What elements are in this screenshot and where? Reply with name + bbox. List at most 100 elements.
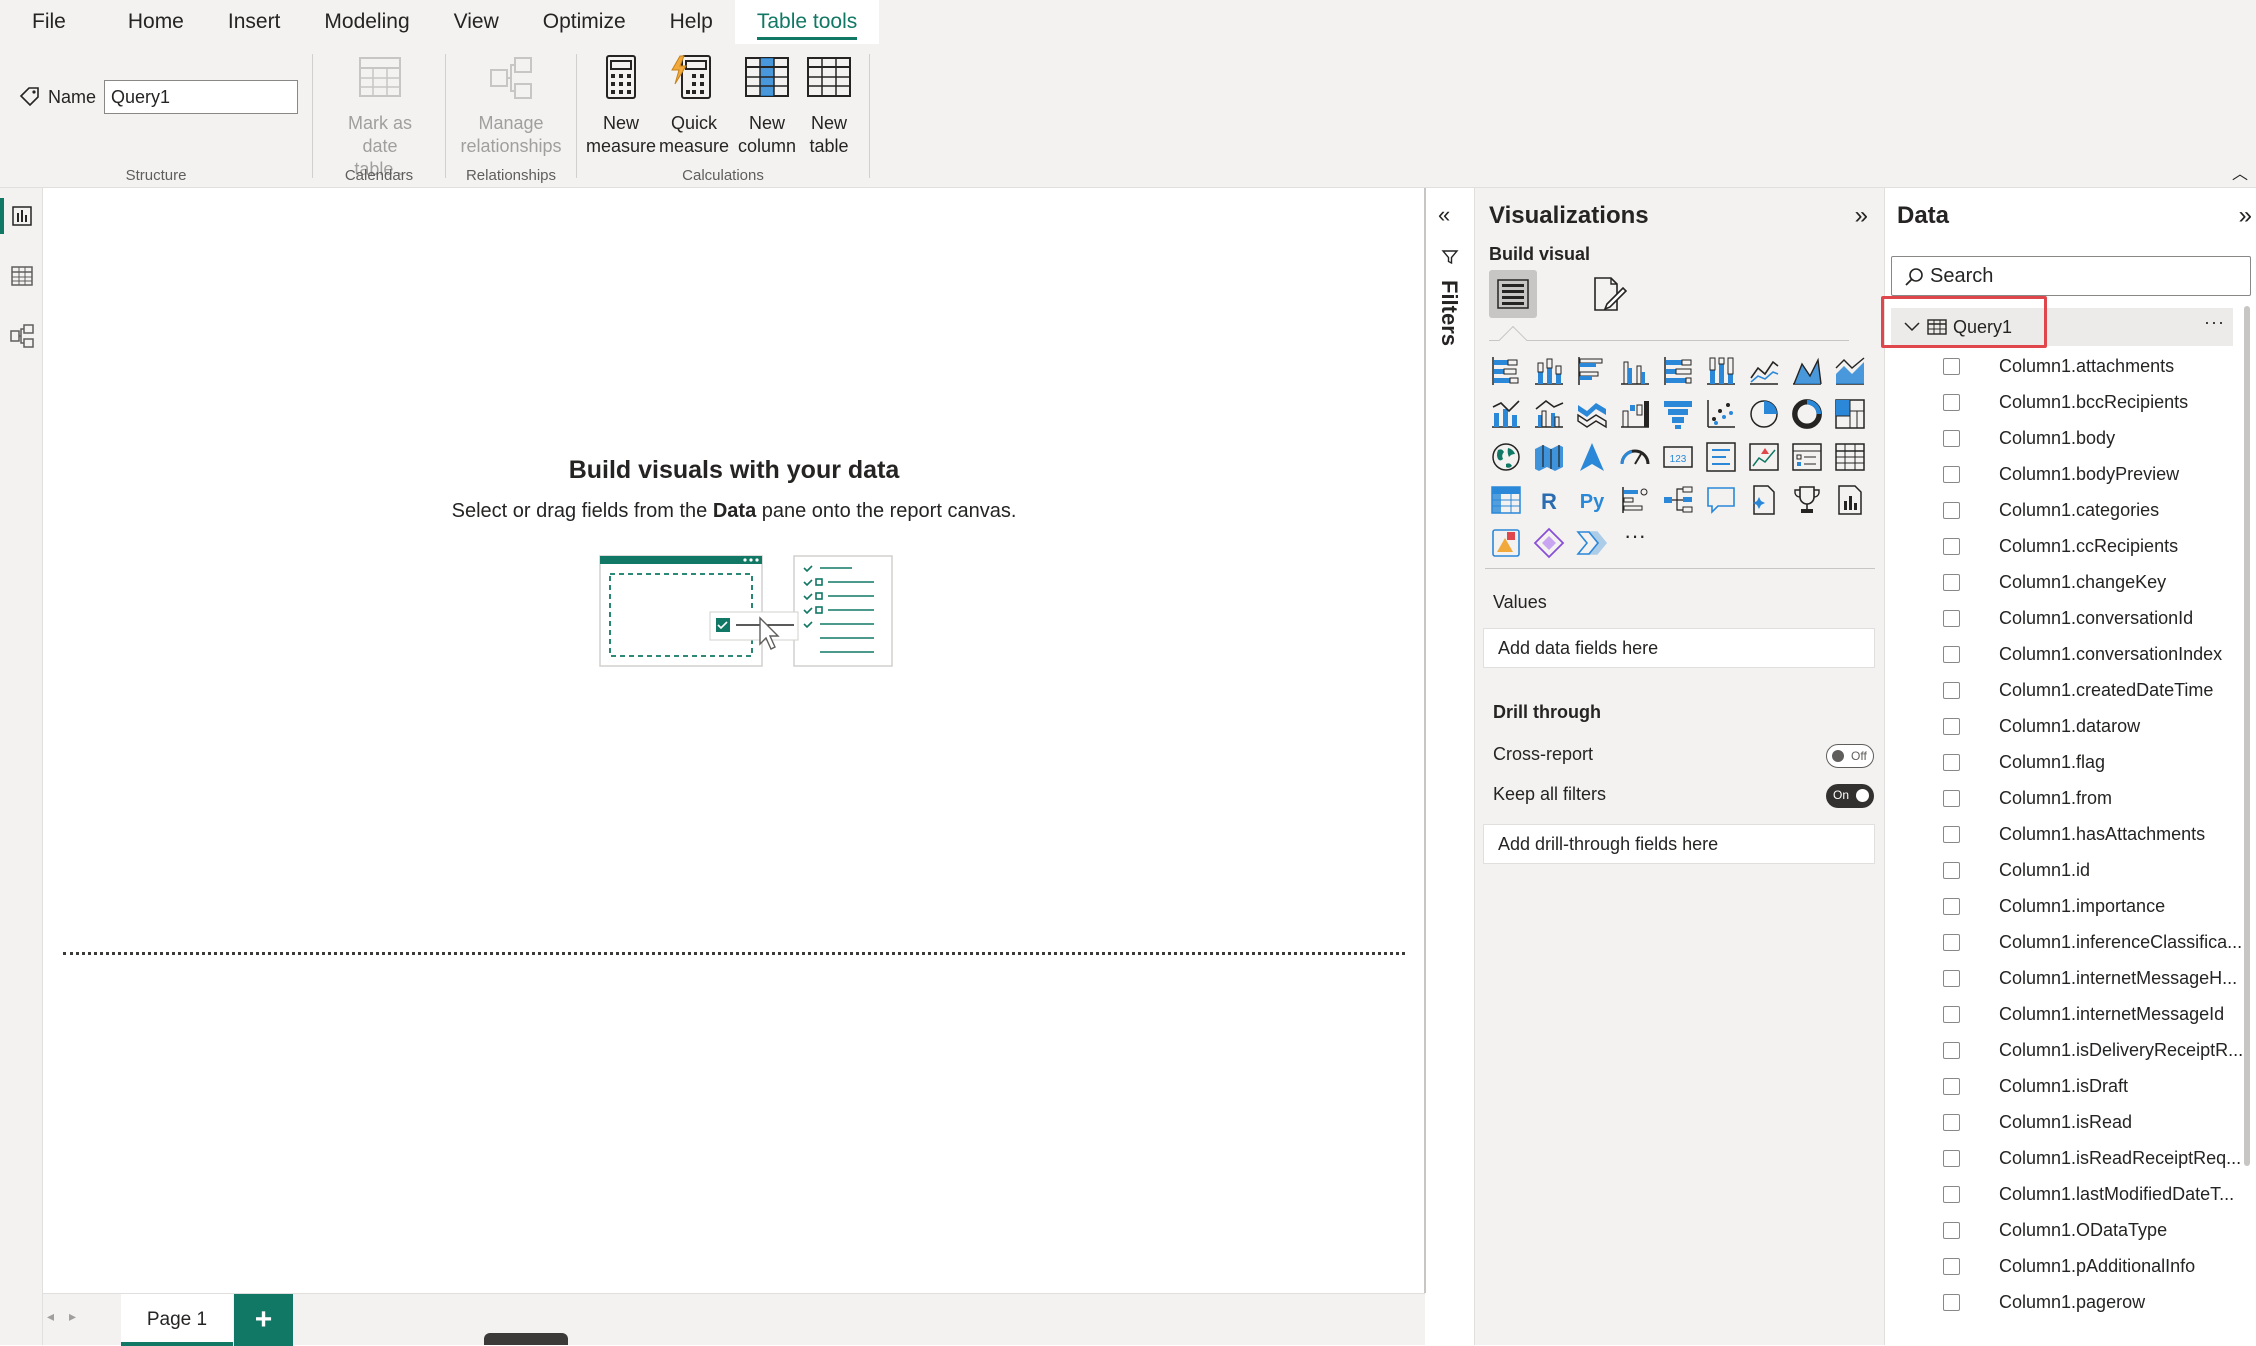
python-visual-icon[interactable]: Py: [1575, 483, 1609, 517]
field-row[interactable]: Column1.body: [1885, 422, 2235, 458]
field-checkbox[interactable]: [1943, 1258, 1960, 1275]
key-influencers-icon[interactable]: [1618, 483, 1652, 517]
new-column-button[interactable]: New column: [731, 54, 803, 158]
field-row[interactable]: Column1.hasAttachments: [1885, 818, 2235, 854]
table-visual-icon[interactable]: [1833, 440, 1867, 474]
matrix-icon[interactable]: [1489, 483, 1523, 517]
build-visual-tab[interactable]: [1489, 270, 1537, 318]
field-row[interactable]: Column1.attachments: [1885, 350, 2235, 386]
gauge-icon[interactable]: [1618, 440, 1652, 474]
clustered-column-chart-icon[interactable]: [1618, 354, 1652, 388]
azure-map-icon[interactable]: [1575, 440, 1609, 474]
waterfall-chart-icon[interactable]: [1618, 397, 1652, 431]
expand-filters-icon[interactable]: «: [1438, 202, 1450, 228]
report-view-button[interactable]: [0, 188, 43, 244]
filled-map-icon[interactable]: [1532, 440, 1566, 474]
field-row[interactable]: Column1.bccRecipients: [1885, 386, 2235, 422]
cross-report-toggle[interactable]: Off: [1826, 744, 1874, 768]
prev-page-icon[interactable]: ◂: [47, 1308, 54, 1325]
keep-all-filters-toggle[interactable]: On: [1826, 784, 1874, 808]
line-and-stacked-column-icon[interactable]: [1489, 397, 1523, 431]
field-checkbox[interactable]: [1943, 538, 1960, 555]
field-checkbox[interactable]: [1943, 574, 1960, 591]
field-row[interactable]: Column1.inferenceClassifica...: [1885, 926, 2242, 962]
field-checkbox[interactable]: [1943, 358, 1960, 375]
table-name-input[interactable]: [104, 80, 299, 114]
stacked-column-chart-icon[interactable]: [1532, 354, 1566, 388]
field-row[interactable]: Column1.isRead: [1885, 1106, 2235, 1142]
report-canvas[interactable]: Build visuals with your data Select or d…: [43, 188, 1425, 1293]
100-stacked-bar-chart-icon[interactable]: [1661, 354, 1695, 388]
field-checkbox[interactable]: [1943, 718, 1960, 735]
field-row[interactable]: Column1.ccRecipients: [1885, 530, 2235, 566]
field-row[interactable]: Column1.lastModifiedDateT...: [1885, 1178, 2235, 1214]
mark-as-date-table-button[interactable]: Mark as date table ⌄: [331, 54, 429, 184]
field-row[interactable]: Column1.createdDateTime: [1885, 674, 2235, 710]
menu-table-tools[interactable]: Table tools: [734, 0, 880, 44]
quick-measure-button[interactable]: Quick measure: [657, 54, 731, 158]
donut-chart-icon[interactable]: [1790, 397, 1824, 431]
add-page-button[interactable]: +: [234, 1294, 293, 1346]
field-row[interactable]: Column1.bodyPreview: [1885, 458, 2235, 494]
table-view-button[interactable]: [0, 248, 43, 304]
field-checkbox[interactable]: [1943, 1294, 1960, 1311]
collapse-visualizations-icon[interactable]: »: [1855, 202, 1868, 230]
field-row[interactable]: Column1.categories: [1885, 494, 2235, 530]
treemap-icon[interactable]: [1833, 397, 1867, 431]
page-tab-1[interactable]: Page 1: [121, 1294, 233, 1346]
field-checkbox[interactable]: [1943, 790, 1960, 807]
data-pane-scrollbar[interactable]: [2244, 306, 2250, 1166]
menu-modeling[interactable]: Modeling: [302, 0, 431, 44]
r-script-visual-icon[interactable]: R: [1532, 483, 1566, 517]
field-checkbox[interactable]: [1943, 610, 1960, 627]
qa-visual-icon[interactable]: [1704, 483, 1738, 517]
manage-relationships-button[interactable]: Manage relationships: [456, 54, 566, 158]
area-chart-icon[interactable]: [1790, 354, 1824, 388]
field-row[interactable]: Column1.conversationId: [1885, 602, 2235, 638]
field-row[interactable]: Column1.isReadReceiptReq...: [1885, 1142, 2241, 1178]
field-row[interactable]: Column1.conversationIndex: [1885, 638, 2235, 674]
field-checkbox[interactable]: [1943, 898, 1960, 915]
multi-row-card-icon[interactable]: [1704, 440, 1738, 474]
line-chart-icon[interactable]: [1747, 354, 1781, 388]
more-visuals-icon[interactable]: ···: [1618, 525, 1652, 560]
field-row[interactable]: Column1.id: [1885, 854, 2235, 890]
smart-narrative-icon[interactable]: [1747, 483, 1781, 517]
power-apps-icon[interactable]: [1489, 526, 1523, 560]
menu-file[interactable]: File: [0, 0, 106, 44]
field-row[interactable]: Column1.from: [1885, 782, 2235, 818]
next-page-icon[interactable]: ▸: [69, 1308, 76, 1325]
menu-optimize[interactable]: Optimize: [521, 0, 648, 44]
collapse-data-icon[interactable]: »: [2239, 202, 2252, 230]
field-row[interactable]: Column1.internetMessageId: [1885, 998, 2235, 1034]
metrics-icon[interactable]: [1790, 483, 1824, 517]
menu-help[interactable]: Help: [648, 0, 735, 44]
field-checkbox[interactable]: [1943, 682, 1960, 699]
funnel-chart-icon[interactable]: [1661, 397, 1695, 431]
field-checkbox[interactable]: [1943, 1042, 1960, 1059]
map-icon[interactable]: [1489, 440, 1523, 474]
field-row[interactable]: Column1.isDraft: [1885, 1070, 2235, 1106]
table-more-options-icon[interactable]: ···: [2204, 312, 2225, 333]
field-checkbox[interactable]: [1943, 430, 1960, 447]
field-row[interactable]: Column1.importance: [1885, 890, 2235, 926]
field-checkbox[interactable]: [1943, 754, 1960, 771]
field-checkbox[interactable]: [1943, 1006, 1960, 1023]
field-checkbox[interactable]: [1943, 394, 1960, 411]
pie-chart-icon[interactable]: [1747, 397, 1781, 431]
field-checkbox[interactable]: [1943, 1114, 1960, 1131]
field-row[interactable]: Column1.datarow: [1885, 710, 2235, 746]
field-row[interactable]: Column1.ODataType: [1885, 1214, 2235, 1250]
slicer-icon[interactable]: [1790, 440, 1824, 474]
search-input[interactable]: [1930, 263, 2230, 289]
menu-view[interactable]: View: [432, 0, 521, 44]
field-row[interactable]: Column1.isDeliveryReceiptR...: [1885, 1034, 2243, 1070]
values-drop-well[interactable]: Add data fields here: [1483, 628, 1875, 668]
field-row[interactable]: Column1.internetMessageH...: [1885, 962, 2237, 998]
field-checkbox[interactable]: [1943, 970, 1960, 987]
menu-insert[interactable]: Insert: [206, 0, 303, 44]
format-visual-tab[interactable]: [1585, 270, 1633, 318]
stacked-bar-chart-icon[interactable]: [1489, 354, 1523, 388]
power-automate-icon[interactable]: [1532, 526, 1566, 560]
100-stacked-column-chart-icon[interactable]: [1704, 354, 1738, 388]
